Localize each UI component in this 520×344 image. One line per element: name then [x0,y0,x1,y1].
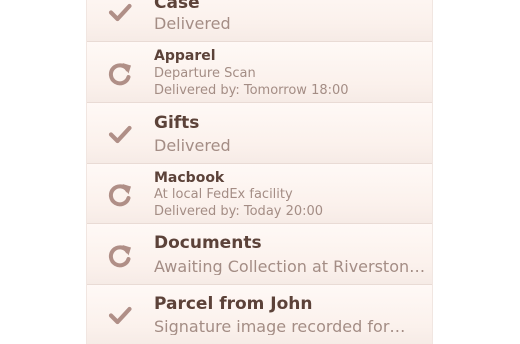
checkmark-icon [106,120,134,148]
shipment-title: Apparel [154,48,216,64]
refresh-icon [106,241,134,269]
shipment-title: Documents [154,233,262,253]
shipment-row-gifts[interactable]: Gifts Delivered [87,103,432,164]
shipment-row-case[interactable]: Case Delivered [87,0,432,42]
shipment-status: Delivered [154,16,231,32]
shipment-title: Gifts [154,113,200,133]
shipment-title: Macbook [154,170,225,186]
shipment-row-documents[interactable]: Documents Awaiting Collection at Riverst… [87,224,432,285]
shipment-eta: Delivered by: Today 20:00 [154,205,324,218]
shipment-row-apparel[interactable]: Apparel Departure Scan Delivered by: Tom… [87,42,432,103]
refresh-icon [106,59,134,87]
shipment-status: At local FedEx facility [154,188,293,201]
shipment-status: Signature image recorded for… [154,319,406,335]
shipment-row-parcel-from-john[interactable]: Parcel from John Signature image recorde… [87,285,432,344]
shipment-status: Delivered [154,138,231,154]
refresh-icon [106,180,134,208]
shipment-title: Case [154,0,200,13]
shipment-list: Case Delivered Apparel Departure Scan De… [87,0,432,344]
shipment-status: Departure Scan [154,67,256,80]
checkmark-icon [106,301,134,329]
shipment-title: Parcel from John [154,294,313,314]
shipment-eta: Delivered by: Tomorrow 18:00 [154,84,349,97]
checkmark-icon [106,0,134,26]
shipment-row-macbook[interactable]: Macbook At local FedEx facility Delivere… [87,164,432,224]
shipment-status: Awaiting Collection at Riverston… [154,259,424,275]
